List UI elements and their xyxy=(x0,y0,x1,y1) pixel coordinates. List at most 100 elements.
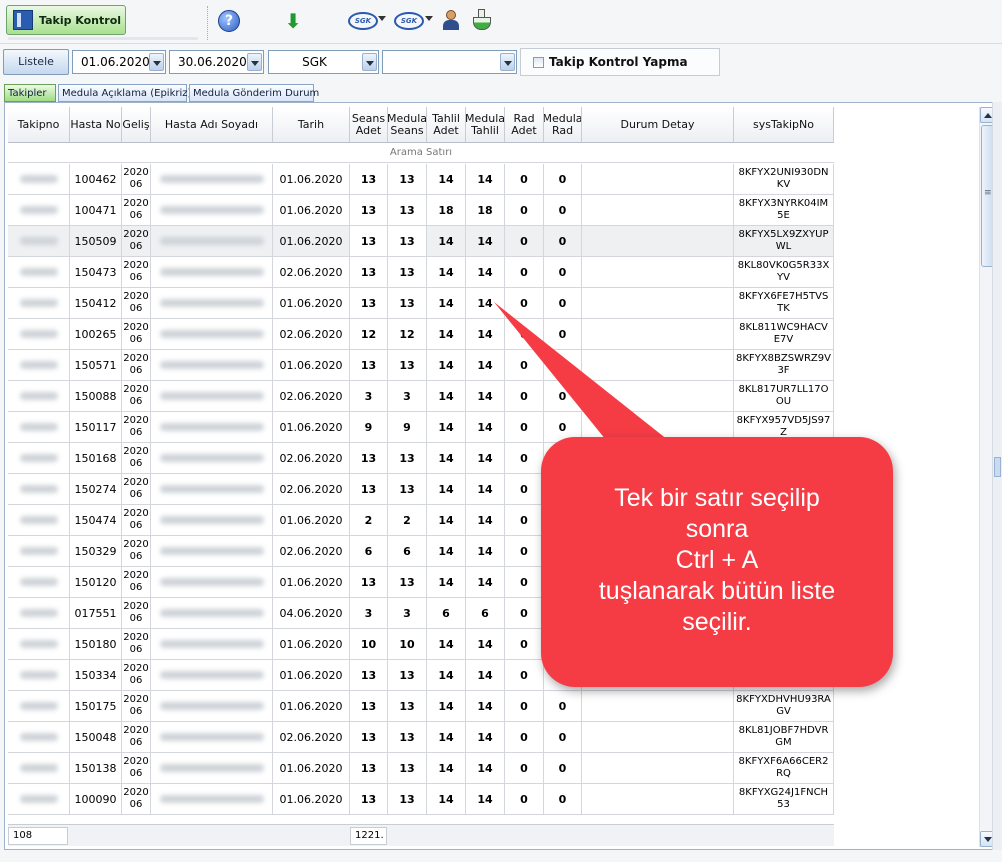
chevron-down-icon[interactable] xyxy=(500,53,515,71)
rad-cell[interactable]: 0 xyxy=(505,722,544,753)
sys-cell[interactable]: 8KFYX2UNI930DNKV xyxy=(734,164,834,195)
hasta-no-cell[interactable]: 150329 xyxy=(70,536,122,567)
sys-cell[interactable]: 8KFYX6FE7H5TVSTK xyxy=(734,288,834,319)
tarih-cell[interactable]: 01.06.2020 xyxy=(273,753,350,784)
column-header[interactable]: Takipno xyxy=(8,107,70,143)
gelis-cell[interactable]: 2020 06 xyxy=(122,164,151,195)
medula-tahlil-cell[interactable]: 14 xyxy=(466,536,505,567)
medula-seans-cell[interactable]: 9 xyxy=(388,412,427,443)
tarih-cell[interactable]: 01.06.2020 xyxy=(273,691,350,722)
search-row[interactable]: Arama Satırı xyxy=(8,143,834,163)
medula-rad-cell[interactable]: 0 xyxy=(544,753,582,784)
rad-cell[interactable]: 0 xyxy=(505,536,544,567)
takip-kontrol-yapma-checkbox[interactable]: Takip Kontrol Yapma xyxy=(520,48,720,76)
gelis-cell[interactable]: 2020 06 xyxy=(122,443,151,474)
medula-tahlil-cell[interactable]: 14 xyxy=(466,350,505,381)
medula-tahlil-cell[interactable]: 14 xyxy=(466,474,505,505)
hasta-no-cell[interactable]: 150474 xyxy=(70,505,122,536)
rad-cell[interactable]: 0 xyxy=(505,226,544,257)
hasta-adi-cell[interactable] xyxy=(151,536,273,567)
hasta-no-cell[interactable]: 150274 xyxy=(70,474,122,505)
table-row[interactable]: 150175 2020 06 01.06.2020 13 13 14 14 0 0 8KFYXDH… xyxy=(8,691,834,722)
rad-cell[interactable]: 0 xyxy=(505,660,544,691)
sys-cell[interactable]: 8KL811WC9HACVE7V xyxy=(734,319,834,350)
rad-cell[interactable]: 0 xyxy=(505,412,544,443)
hasta-adi-cell[interactable] xyxy=(151,784,273,815)
hasta-adi-cell[interactable] xyxy=(151,226,273,257)
medula-seans-cell[interactable]: 13 xyxy=(388,443,427,474)
hasta-no-cell[interactable]: 150117 xyxy=(70,412,122,443)
hasta-adi-cell[interactable] xyxy=(151,505,273,536)
hasta-no-cell[interactable]: 150168 xyxy=(70,443,122,474)
tarih-cell[interactable]: 01.06.2020 xyxy=(273,629,350,660)
medula-tahlil-cell[interactable]: 14 xyxy=(466,691,505,722)
medula-seans-cell[interactable]: 13 xyxy=(388,288,427,319)
rad-cell[interactable]: 0 xyxy=(505,164,544,195)
rad-cell[interactable]: 0 xyxy=(505,784,544,815)
hasta-adi-cell[interactable] xyxy=(151,474,273,505)
medula-tahlil-cell[interactable]: 18 xyxy=(466,195,505,226)
tahlil-cell[interactable]: 14 xyxy=(427,257,466,288)
hasta-adi-cell[interactable] xyxy=(151,164,273,195)
table-row[interactable]: 100471 2020 06 01.06.2020 13 13 18 18 0 0 8KFYX3N… xyxy=(8,195,834,226)
durum-cell[interactable] xyxy=(582,319,734,350)
durum-cell[interactable] xyxy=(582,164,734,195)
institution-select[interactable]: SGK xyxy=(268,50,379,74)
seans-cell[interactable]: 13 xyxy=(350,257,388,288)
tarih-cell[interactable]: 02.06.2020 xyxy=(273,722,350,753)
takipno-cell[interactable] xyxy=(8,412,70,443)
medula-tahlil-cell[interactable]: 14 xyxy=(466,226,505,257)
durum-cell[interactable] xyxy=(582,226,734,257)
chevron-down-icon[interactable] xyxy=(247,53,262,71)
tarih-cell[interactable]: 04.06.2020 xyxy=(273,598,350,629)
hasta-no-cell[interactable]: 017551 xyxy=(70,598,122,629)
hasta-no-cell[interactable]: 150334 xyxy=(70,660,122,691)
hasta-adi-cell[interactable] xyxy=(151,722,273,753)
tahlil-cell[interactable]: 14 xyxy=(427,536,466,567)
gelis-cell[interactable]: 2020 06 xyxy=(122,722,151,753)
table-row[interactable]: 150473 2020 06 02.06.2020 13 13 14 14 0 0 8KL80VK… xyxy=(8,257,834,288)
rad-cell[interactable]: 0 xyxy=(505,443,544,474)
medula-rad-cell[interactable]: 0 xyxy=(544,381,582,412)
sys-cell[interactable]: 8KL80VK0G5R33XYV xyxy=(734,257,834,288)
rad-cell[interactable]: 0 xyxy=(505,381,544,412)
hasta-no-cell[interactable]: 150088 xyxy=(70,381,122,412)
column-header[interactable]: sysTakipNo xyxy=(734,107,834,143)
seans-cell[interactable]: 9 xyxy=(350,412,388,443)
sys-cell[interactable]: 8KFYXF6A66CER2RQ xyxy=(734,753,834,784)
medula-tahlil-cell[interactable]: 14 xyxy=(466,505,505,536)
column-header[interactable]: Rad Adet xyxy=(505,107,544,143)
rad-cell[interactable]: 0 xyxy=(505,567,544,598)
hasta-no-cell[interactable]: 150509 xyxy=(70,226,122,257)
tarih-cell[interactable]: 01.06.2020 xyxy=(273,350,350,381)
table-row[interactable]: 150509 2020 06 01.06.2020 13 13 14 14 0 0 8KFYX5L… xyxy=(8,226,834,257)
tarih-cell[interactable]: 01.06.2020 xyxy=(273,505,350,536)
tarih-cell[interactable]: 02.06.2020 xyxy=(273,474,350,505)
tarih-cell[interactable]: 02.06.2020 xyxy=(273,443,350,474)
durum-cell[interactable] xyxy=(582,691,734,722)
sgk-dropdown-caret[interactable] xyxy=(378,16,386,21)
hasta-adi-cell[interactable] xyxy=(151,412,273,443)
hasta-adi-cell[interactable] xyxy=(151,567,273,598)
seans-cell[interactable]: 13 xyxy=(350,195,388,226)
medula-tahlil-cell[interactable]: 14 xyxy=(466,288,505,319)
gelis-cell[interactable]: 2020 06 xyxy=(122,257,151,288)
seans-cell[interactable]: 13 xyxy=(350,226,388,257)
takipno-cell[interactable] xyxy=(8,443,70,474)
medula-tahlil-cell[interactable]: 6 xyxy=(466,598,505,629)
help-icon[interactable]: ? xyxy=(218,10,240,32)
hasta-adi-cell[interactable] xyxy=(151,753,273,784)
takip-kontrol-button[interactable]: Takip Kontrol xyxy=(6,5,126,35)
column-header[interactable]: Medula Seans xyxy=(388,107,427,143)
rad-cell[interactable]: 0 xyxy=(505,195,544,226)
sys-cell[interactable]: 8KFYXG24J1FNCH53 xyxy=(734,784,834,815)
medula-seans-cell[interactable]: 13 xyxy=(388,350,427,381)
column-header[interactable]: Medula Rad xyxy=(544,107,582,143)
hasta-no-cell[interactable]: 150138 xyxy=(70,753,122,784)
medula-tahlil-cell[interactable]: 14 xyxy=(466,412,505,443)
tarih-cell[interactable]: 01.06.2020 xyxy=(273,412,350,443)
takipno-cell[interactable] xyxy=(8,288,70,319)
gelis-cell[interactable]: 2020 06 xyxy=(122,412,151,443)
takipno-cell[interactable] xyxy=(8,660,70,691)
hasta-adi-cell[interactable] xyxy=(151,350,273,381)
